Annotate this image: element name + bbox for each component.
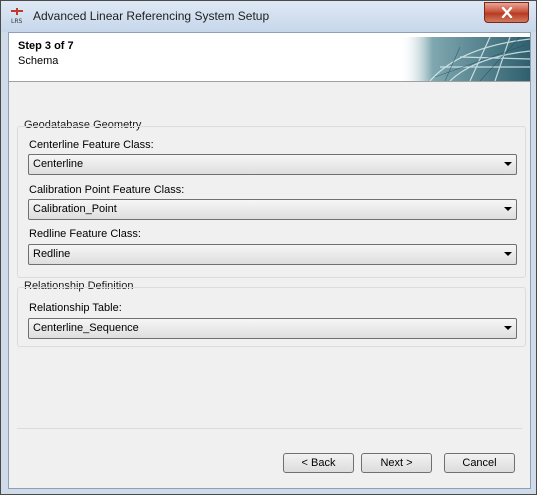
relationship-table-value: Centerline_Sequence [33,322,139,334]
calibration-point-label: Calibration Point Feature Class: [29,184,185,196]
close-button[interactable] [484,2,529,23]
close-icon [501,7,512,18]
redline-combo[interactable]: Redline [28,244,517,265]
step-subtitle: Schema [18,55,59,67]
step-title: Step 3 of 7 [18,40,74,52]
back-button[interactable]: < Back [283,453,354,473]
setup-dialog: LRS Advanced Linear Referencing System S… [0,0,537,495]
next-button[interactable]: Next > [361,453,432,473]
chevron-down-icon [504,162,512,166]
centerline-value: Centerline [33,158,84,170]
relationship-table-combo[interactable]: Centerline_Sequence [28,318,517,339]
title-bar[interactable]: LRS Advanced Linear Referencing System S… [1,1,536,32]
cancel-button[interactable]: Cancel [444,453,515,473]
footer-divider [17,428,522,429]
chevron-down-icon [504,326,512,330]
svg-text:LRS: LRS [11,18,23,25]
redline-label: Redline Feature Class: [29,228,141,240]
wizard-header: Step 3 of 7 Schema [9,33,530,82]
calibration-point-combo[interactable]: Calibration_Point [28,199,517,220]
centerline-combo[interactable]: Centerline [28,154,517,175]
calibration-point-value: Calibration_Point [33,203,117,215]
lrs-app-icon: LRS [11,8,23,25]
dialog-body: Step 3 of 7 Schema Geodatabase Geometry … [8,32,531,489]
redline-value: Redline [33,248,71,260]
window-title: Advanced Linear Referencing System Setup [33,9,270,23]
centerline-label: Centerline Feature Class: [29,139,154,151]
map-banner-image [400,37,530,81]
chevron-down-icon [504,207,512,211]
relationship-table-label: Relationship Table: [29,302,122,314]
chevron-down-icon [504,252,512,256]
